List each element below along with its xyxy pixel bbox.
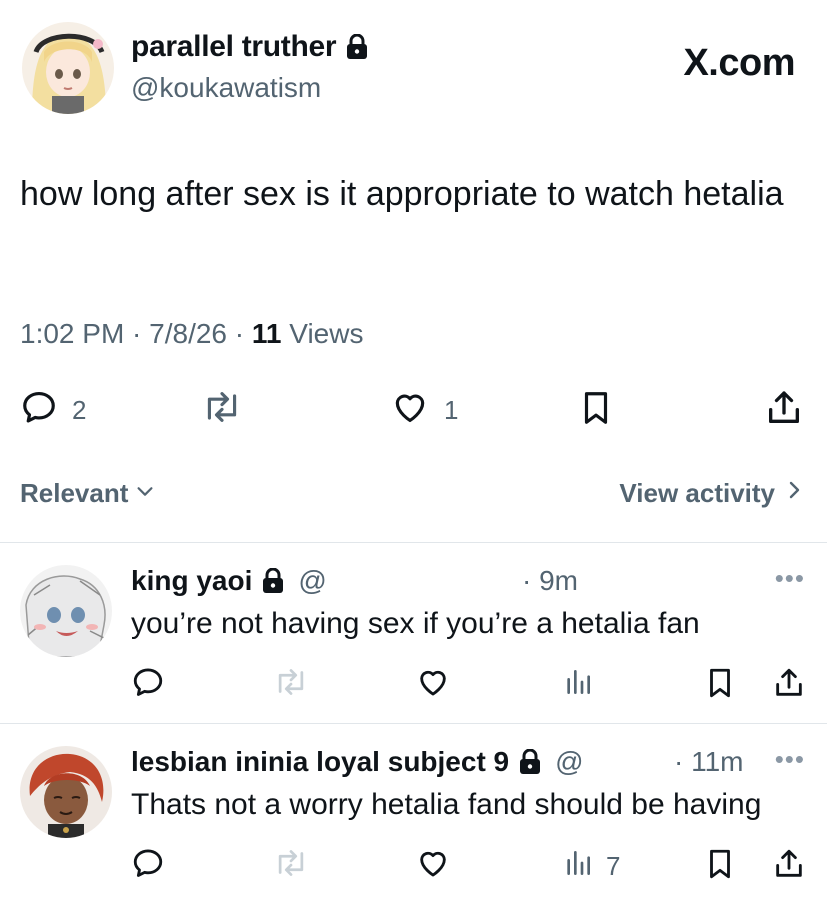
reply-header: king yaoi @ [131,565,327,597]
tweet-timestamp[interactable]: 1:02 PM · 7/8/26 · [20,318,252,349]
reply-actions [0,665,827,705]
reply-icon [131,846,165,887]
reply-timestamp[interactable]: · 9m [522,565,578,597]
retweet-button[interactable] [272,846,310,887]
bookmark-icon [577,388,615,435]
lock-icon [519,748,541,775]
reply-author-name[interactable]: king yaoi [131,565,252,597]
retweet-icon [272,846,310,887]
reply-author-handle[interactable]: @ [555,746,583,778]
like-icon [415,846,451,887]
author-handle[interactable]: @koukawatism [131,72,321,104]
author-name[interactable]: parallel truther [131,30,337,64]
reply-actions: 7 [0,846,827,886]
views-button[interactable]: 7 [562,846,620,887]
post-header: parallel truther @koukawatism X.com [0,0,827,140]
author-name-row[interactable]: parallel truther [131,30,368,64]
reply-author-name[interactable]: lesbian ininia loyal subject 9 [131,746,509,778]
share-button[interactable] [764,388,804,435]
bookmark-icon [703,665,737,708]
relevant-dropdown[interactable]: Relevant [20,478,156,509]
like-count: 1 [444,395,459,425]
relevant-label: Relevant [20,478,129,508]
bookmark-button[interactable] [703,846,737,889]
retweet-icon [200,388,244,433]
like-button[interactable] [415,846,451,887]
reply-item[interactable]: lesbian ininia loyal subject 9 @ · 11m •… [0,724,827,912]
reply-item[interactable]: king yaoi @ · 9m ••• you’re not having s… [0,543,827,723]
like-button[interactable] [415,665,451,706]
reply-timestamp[interactable]: · 11m [674,746,744,778]
share-icon [772,665,806,708]
reply-text: you’re not having sex if you’re a hetali… [131,607,700,640]
lock-icon [346,33,368,60]
lock-icon [262,567,284,594]
like-icon [390,388,430,433]
view-activity-label: View activity [619,478,775,508]
tweet-meta: 1:02 PM · 7/8/26 · 11 Views [20,318,363,350]
more-icon[interactable]: ••• [775,744,805,775]
reply-header: lesbian ininia loyal subject 9 @ [131,746,584,778]
bookmark-button[interactable] [577,388,615,435]
author-avatar[interactable] [22,22,114,114]
reply-button[interactable] [131,846,165,887]
tweet-text: how long after sex is it appropriate to … [20,175,784,213]
reply-avatar[interactable] [20,746,112,838]
reply-button[interactable]: 2 [20,388,86,433]
share-icon [764,388,804,435]
tweet-actions: 2 1 [0,388,827,432]
brand-logo: X.com [683,42,795,84]
views-count: 7 [606,851,621,881]
views-icon [562,665,594,706]
reply-text: Thats not a worry hetalia fand should be… [131,788,762,821]
views-count: 11 [251,318,282,349]
like-icon [415,665,451,706]
retweet-button[interactable] [200,388,244,433]
views-button[interactable] [562,665,606,706]
more-icon[interactable]: ••• [775,563,805,594]
reply-button[interactable] [131,665,165,706]
share-button[interactable] [772,665,806,708]
reply-icon [20,388,58,433]
share-icon [772,846,806,889]
reply-avatar[interactable] [20,565,112,657]
like-button[interactable]: 1 [390,388,458,433]
share-button[interactable] [772,846,806,889]
reply-author-handle[interactable]: @ [298,565,326,597]
reply-sort-row: Relevant View activity [0,474,827,514]
views-label: Views [281,318,364,349]
retweet-button[interactable] [272,665,310,706]
chevron-down-icon [134,478,156,509]
view-activity-link[interactable]: View activity [619,478,803,509]
reply-count: 2 [72,395,87,425]
reply-icon [131,665,165,706]
chevron-right-icon [785,478,803,509]
views-icon [562,846,594,887]
bookmark-icon [703,846,737,889]
retweet-icon [272,665,310,706]
bookmark-button[interactable] [703,665,737,708]
